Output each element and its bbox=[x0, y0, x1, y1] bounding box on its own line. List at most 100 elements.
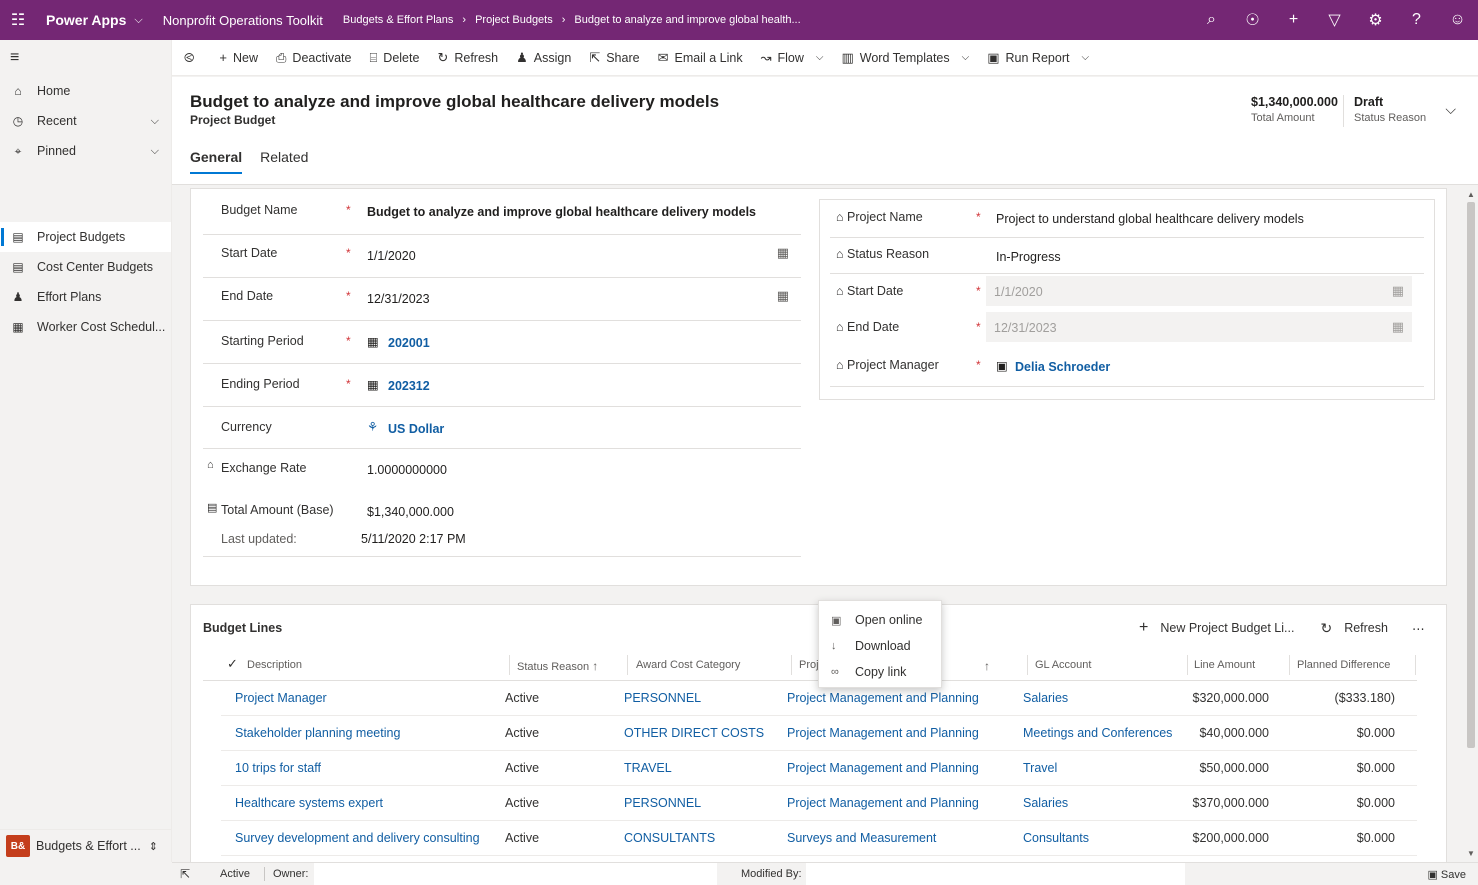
nav-item-effort-plans[interactable]: ♟ Effort Plans bbox=[0, 282, 171, 312]
save-button[interactable]: ▣ Save bbox=[1427, 868, 1466, 881]
currency-field[interactable]: Currency ⚘ US Dollar bbox=[203, 407, 801, 449]
award-link[interactable]: OTHER DIRECT COSTS bbox=[624, 726, 764, 740]
assign-button[interactable]: ♟ Assign bbox=[507, 40, 580, 76]
project-link[interactable]: Project Management and Planning bbox=[787, 691, 979, 705]
column-header-description[interactable]: Description bbox=[247, 659, 302, 671]
ending-period-field[interactable]: Ending Period * ▦ 202312 bbox=[203, 364, 801, 407]
flow-button[interactable]: ↝ Flow ⌵ bbox=[752, 40, 833, 76]
ending-period-link[interactable]: 202312 bbox=[388, 379, 430, 393]
filter-icon[interactable]: ▽ bbox=[1314, 10, 1355, 30]
tab-related[interactable]: Related bbox=[260, 149, 308, 174]
description-link[interactable]: Survey development and delivery consulti… bbox=[235, 831, 480, 845]
gl-account-link[interactable]: Salaries bbox=[1023, 796, 1068, 810]
nav-item-pinned[interactable]: ⌖ Pinned ⌵ bbox=[0, 136, 171, 166]
nav-item-project-budgets[interactable]: ▤ Project Budgets bbox=[0, 222, 171, 252]
calendar-icon[interactable]: ▦ bbox=[777, 288, 789, 304]
chevron-down-icon[interactable]: ⌵ bbox=[1445, 101, 1456, 118]
calendar-icon[interactable]: ▦ bbox=[777, 245, 789, 261]
column-header-status[interactable]: Status Reason ↑ bbox=[517, 659, 598, 673]
project-link[interactable]: Surveys and Measurement bbox=[787, 831, 936, 845]
award-link[interactable]: CONSULTANTS bbox=[624, 831, 715, 845]
column-header-line-amount[interactable]: Line Amount bbox=[1194, 659, 1255, 671]
refresh-button[interactable]: ↻ Refresh bbox=[428, 40, 507, 76]
currency-link[interactable]: US Dollar bbox=[388, 422, 444, 436]
nav-item-home[interactable]: ⌂ Home bbox=[0, 76, 171, 106]
column-header-award-cost-category[interactable]: Award Cost Category bbox=[636, 659, 740, 671]
project-manager-link[interactable]: Delia Schroeder bbox=[1015, 360, 1110, 374]
description-link[interactable]: Stakeholder planning meeting bbox=[235, 726, 400, 740]
menu-item-download[interactable]: ↓ Download bbox=[819, 633, 941, 659]
expand-icon[interactable]: ⇱ bbox=[180, 867, 190, 881]
table-row[interactable]: Stakeholder planning meeting Active OTHE… bbox=[221, 716, 1417, 751]
email-link-button[interactable]: ✉ Email a Link bbox=[649, 40, 752, 76]
chevron-down-icon[interactable]: ⌵ bbox=[151, 145, 159, 158]
help-icon[interactable]: ? bbox=[1396, 11, 1437, 29]
column-header-gl-account[interactable]: GL Account bbox=[1035, 659, 1091, 671]
environment-name[interactable]: Nonprofit Operations Toolkit bbox=[163, 13, 323, 28]
breadcrumb-item[interactable]: Project Budgets bbox=[475, 14, 553, 26]
chevron-down-icon[interactable]: ⌵ bbox=[816, 52, 824, 63]
vertical-scrollbar[interactable]: ▲ ▼ bbox=[1464, 186, 1478, 862]
gl-account-link[interactable]: Meetings and Conferences bbox=[1023, 726, 1172, 740]
delete-button[interactable]: ⌸ Delete bbox=[360, 40, 428, 76]
new-budget-line-button[interactable]: New Project Budget Li... bbox=[1160, 621, 1294, 635]
chevron-down-icon[interactable]: ⌵ bbox=[1081, 52, 1089, 63]
scroll-up-icon[interactable]: ▲ bbox=[1467, 190, 1475, 199]
chevron-updown-icon[interactable]: ⇕ bbox=[149, 840, 158, 853]
plus-icon[interactable]: + bbox=[1273, 11, 1314, 29]
project-link[interactable]: Project Management and Planning bbox=[787, 761, 979, 775]
table-row[interactable]: 10 trips for staff Active TRAVEL Project… bbox=[221, 751, 1417, 786]
select-all-checkbox[interactable]: ✓ bbox=[227, 656, 238, 672]
task-icon[interactable]: ☉ bbox=[1232, 10, 1273, 30]
nav-item-cost-center-budgets[interactable]: ▤ Cost Center Budgets bbox=[0, 252, 171, 282]
gl-account-link[interactable]: Salaries bbox=[1023, 691, 1068, 705]
chevron-down-icon[interactable]: ⌵ bbox=[134, 14, 142, 27]
share-button[interactable]: ⇱ Share bbox=[580, 40, 648, 76]
start-date-value[interactable]: 1/1/2020 bbox=[367, 249, 416, 263]
scrollbar-thumb[interactable] bbox=[1467, 202, 1475, 748]
app-switcher[interactable]: B& Budgets & Effort ... ⇕ bbox=[0, 829, 172, 862]
description-link[interactable]: 10 trips for staff bbox=[235, 761, 321, 775]
award-link[interactable]: PERSONNEL bbox=[624, 691, 701, 705]
breadcrumb-item[interactable]: Budgets & Effort Plans bbox=[343, 14, 453, 26]
back-button[interactable]: ⧀ bbox=[172, 40, 210, 76]
menu-item-copy-link[interactable]: ∞ Copy link bbox=[819, 659, 941, 685]
search-icon[interactable]: ⌕ bbox=[1191, 11, 1232, 29]
project-link[interactable]: Project Management and Planning bbox=[787, 726, 979, 740]
budget-name-value[interactable]: Budget to analyze and improve global hea… bbox=[367, 205, 756, 219]
scroll-down-icon[interactable]: ▼ bbox=[1467, 849, 1475, 858]
description-link[interactable]: Project Manager bbox=[235, 691, 327, 705]
word-templates-button[interactable]: ▥ Word Templates ⌵ bbox=[832, 40, 978, 76]
start-date-field[interactable]: Start Date * 1/1/2020 ▦ bbox=[203, 235, 801, 278]
nav-item-recent[interactable]: ◷ Recent ⌵ bbox=[0, 106, 171, 136]
menu-item-open-online[interactable]: ▣ Open online bbox=[819, 607, 941, 633]
column-header-project[interactable]: Proj bbox=[799, 659, 819, 671]
starting-period-field[interactable]: Starting Period * ▦ 202001 bbox=[203, 321, 801, 364]
app-launcher-icon[interactable]: ☷ bbox=[0, 0, 36, 40]
hamburger-icon[interactable]: ≡ bbox=[0, 40, 171, 76]
table-row[interactable]: Survey development and delivery consulti… bbox=[221, 821, 1417, 856]
new-button[interactable]: + New bbox=[210, 40, 267, 76]
project-link[interactable]: Project Management and Planning bbox=[787, 796, 979, 810]
award-link[interactable]: TRAVEL bbox=[624, 761, 672, 775]
column-header-planned-difference[interactable]: Planned Difference bbox=[1297, 659, 1390, 671]
end-date-field[interactable]: End Date * 12/31/2023 ▦ bbox=[203, 278, 801, 321]
budget-name-field[interactable]: Budget Name * Budget to analyze and impr… bbox=[203, 189, 801, 235]
gl-account-link[interactable]: Consultants bbox=[1023, 831, 1089, 845]
chevron-down-icon[interactable]: ⌵ bbox=[962, 52, 970, 63]
grid-refresh-button[interactable]: Refresh bbox=[1344, 621, 1388, 635]
gl-account-link[interactable]: Travel bbox=[1023, 761, 1057, 775]
table-row[interactable]: Healthcare systems expert Active PERSONN… bbox=[221, 786, 1417, 821]
run-report-button[interactable]: ▣ Run Report ⌵ bbox=[978, 40, 1098, 76]
starting-period-link[interactable]: 202001 bbox=[388, 336, 430, 350]
award-link[interactable]: PERSONNEL bbox=[624, 796, 701, 810]
chevron-down-icon[interactable]: ⌵ bbox=[151, 115, 159, 128]
more-options-button[interactable]: ⋯ bbox=[1412, 621, 1425, 636]
gear-icon[interactable]: ⚙ bbox=[1355, 10, 1396, 30]
app-name[interactable]: Power Apps bbox=[46, 12, 126, 28]
user-icon[interactable]: ☺ bbox=[1437, 11, 1478, 29]
description-link[interactable]: Healthcare systems expert bbox=[235, 796, 383, 810]
deactivate-button[interactable]: ⎙ Deactivate bbox=[267, 40, 360, 76]
tab-general[interactable]: General bbox=[190, 149, 243, 174]
nav-item-worker-cost-schedules[interactable]: ▦ Worker Cost Schedul... bbox=[0, 312, 171, 342]
